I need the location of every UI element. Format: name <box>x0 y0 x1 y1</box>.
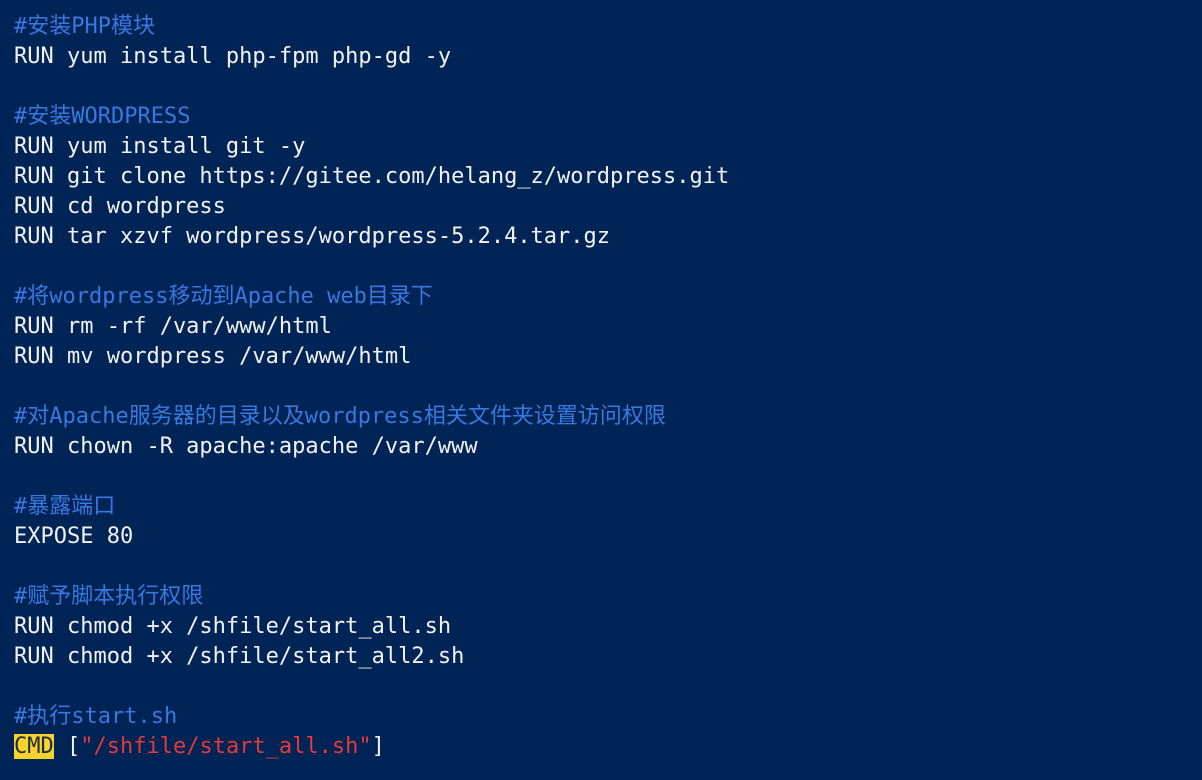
code-line-install-git: RUN yum install git -y <box>14 134 306 159</box>
comment-install-php: #安装PHP模块 <box>14 14 155 39</box>
cmd-keyword-highlight: CMD <box>14 734 54 759</box>
cmd-string: "/shfile/start_all.sh" <box>80 734 372 759</box>
code-line-expose: EXPOSE 80 <box>14 524 134 549</box>
code-line-git-clone: RUN git clone https://gitee.com/helang_z… <box>14 164 730 189</box>
code-line-install-php: RUN yum install php-fpm php-gd -y <box>14 44 452 69</box>
code-line-cd-wordpress: RUN cd wordpress <box>14 194 226 219</box>
comment-expose-port: #暴露端口 <box>14 494 116 519</box>
code-line-chown: RUN chown -R apache:apache /var/www <box>14 434 478 459</box>
code-line-tar-extract: RUN tar xzvf wordpress/wordpress-5.2.4.t… <box>14 224 611 249</box>
comment-move-wordpress: #将wordpress移动到Apache web目录下 <box>14 284 433 309</box>
terminal-code-view: #安装PHP模块 RUN yum install php-fpm php-gd … <box>0 0 1202 780</box>
code-line-rm-html: RUN rm -rf /var/www/html <box>14 314 332 339</box>
comment-chmod-scripts: #赋予脚本执行权限 <box>14 584 204 609</box>
comment-install-wordpress: #安装WORDPRESS <box>14 104 191 129</box>
cmd-bracket-close: ] <box>371 734 385 759</box>
cmd-bracket-open: [ <box>53 734 81 759</box>
code-line-cmd: CMD ["/shfile/start_all.sh"] <box>14 732 1202 762</box>
comment-run-start: #执行start.sh <box>14 704 178 729</box>
code-line-chmod-start-all: RUN chmod +x /shfile/start_all.sh <box>14 614 452 639</box>
comment-set-permissions: #对Apache服务器的目录以及wordpress相关文件夹设置访问权限 <box>14 404 666 429</box>
code-line-mv-wordpress: RUN mv wordpress /var/www/html <box>14 344 412 369</box>
code-line-chmod-start-all2: RUN chmod +x /shfile/start_all2.sh <box>14 644 465 669</box>
